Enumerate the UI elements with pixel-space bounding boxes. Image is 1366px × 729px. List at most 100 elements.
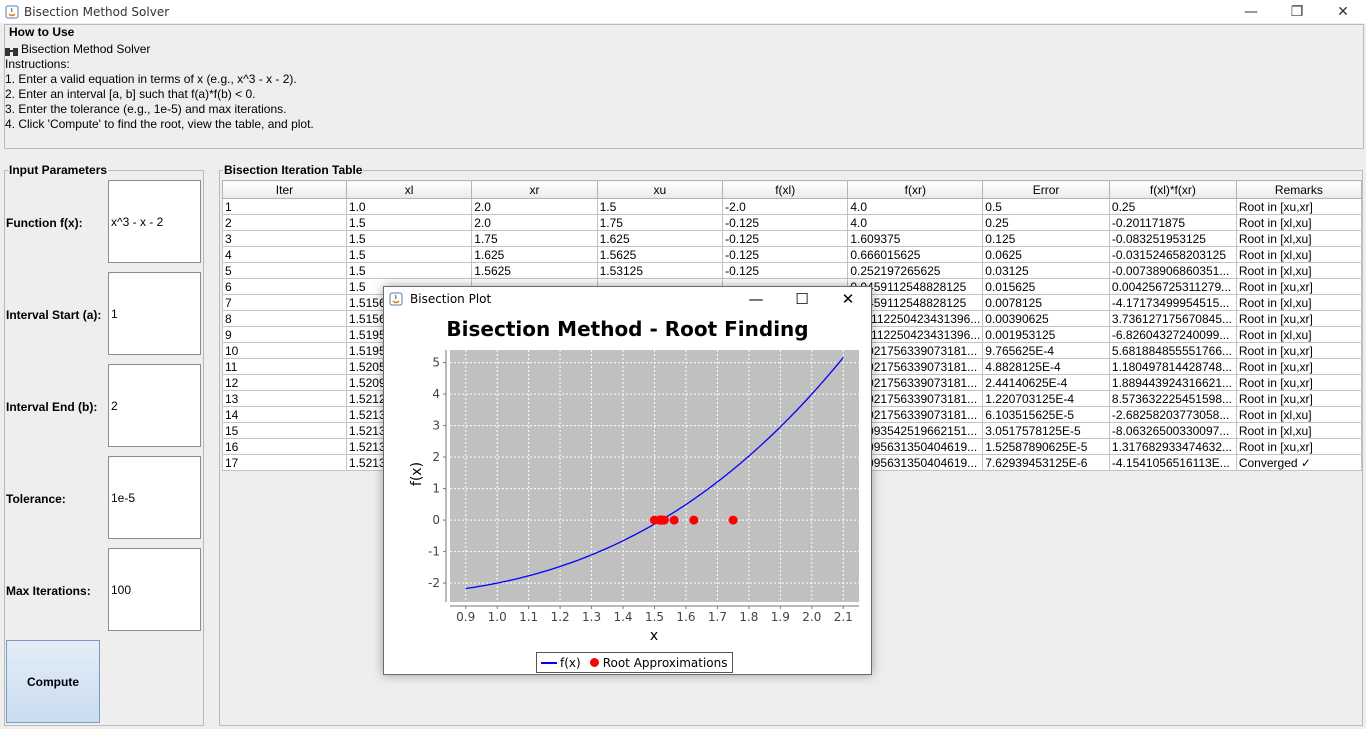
table-cell[interactable]: 7.62939453125E-6: [982, 454, 1110, 471]
table-cell[interactable]: 3.0517578125E-5: [982, 422, 1110, 439]
table-cell[interactable]: Root in [xu,xr]: [1235, 198, 1363, 215]
table-cell[interactable]: 2.44140625E-4: [982, 374, 1110, 391]
table-cell[interactable]: 1.625: [596, 230, 724, 247]
compute-button[interactable]: Compute: [6, 640, 100, 723]
table-cell[interactable]: Root in [xl,xu]: [1235, 326, 1363, 343]
table-cell[interactable]: Root in [xl,xu]: [1235, 294, 1363, 311]
table-cell[interactable]: 1.5: [596, 198, 724, 215]
table-cell[interactable]: 9: [222, 326, 347, 343]
table-cell[interactable]: -4.1541056516113E...: [1108, 454, 1237, 471]
table-cell[interactable]: 1.0: [345, 198, 473, 215]
plot-maximize-button[interactable]: ☐: [779, 287, 825, 311]
table-cell[interactable]: 0.125: [982, 230, 1110, 247]
table-cell[interactable]: 14: [222, 406, 347, 423]
table-cell[interactable]: 2: [222, 214, 347, 231]
column-header[interactable]: xr: [471, 180, 598, 199]
table-cell[interactable]: Root in [xu,xr]: [1235, 358, 1363, 375]
table-cell[interactable]: 4.0: [847, 214, 984, 231]
table-cell[interactable]: -4.17173499954515...: [1108, 294, 1237, 311]
table-cell[interactable]: Root in [xl,xu]: [1235, 262, 1363, 279]
table-cell[interactable]: 1.5: [345, 246, 473, 263]
table-cell[interactable]: -0.201171875: [1108, 214, 1237, 231]
table-cell[interactable]: 8.573632225451598...: [1108, 390, 1237, 407]
table-cell[interactable]: 0.0078125: [982, 294, 1110, 311]
function-input[interactable]: x^3 - x - 2: [108, 180, 201, 263]
column-header[interactable]: xl: [345, 180, 473, 199]
table-cell[interactable]: 1.889443924316621...: [1108, 374, 1237, 391]
table-cell[interactable]: 3.736127175670845...: [1108, 310, 1237, 327]
table-cell[interactable]: 1.609375: [847, 230, 984, 247]
table-cell[interactable]: 1.317682933474632...: [1108, 438, 1237, 455]
table-row[interactable]: 4 1.5 1.625 1.5625 -0.125 0.666015625 0.0625 -0…: [222, 246, 1363, 263]
table-cell[interactable]: 1.220703125E-4: [982, 390, 1110, 407]
table-cell[interactable]: 0.00390625: [982, 310, 1110, 327]
table-cell[interactable]: 1.5: [345, 214, 473, 231]
table-cell[interactable]: Root in [xl,xu]: [1235, 406, 1363, 423]
table-cell[interactable]: 10: [222, 342, 347, 359]
table-cell[interactable]: Root in [xl,xu]: [1235, 422, 1363, 439]
table-cell[interactable]: 4.0: [847, 198, 984, 215]
table-cell[interactable]: Root in [xu,xr]: [1235, 310, 1363, 327]
table-cell[interactable]: 0.25: [1108, 198, 1237, 215]
table-cell[interactable]: 1.52587890625E-5: [982, 438, 1110, 455]
table-cell[interactable]: Root in [xu,xr]: [1235, 374, 1363, 391]
table-cell[interactable]: 1.53125: [596, 262, 724, 279]
close-button[interactable]: ✕: [1320, 0, 1366, 23]
table-cell[interactable]: -0.083251953125: [1108, 230, 1237, 247]
table-cell[interactable]: 1.5625: [471, 262, 598, 279]
table-cell[interactable]: 9.765625E-4: [982, 342, 1110, 359]
table-cell[interactable]: -8.06326500330097...: [1108, 422, 1237, 439]
table-cell[interactable]: 3: [222, 230, 347, 247]
table-cell[interactable]: 8: [222, 310, 347, 327]
column-header[interactable]: f(xr): [847, 180, 984, 199]
table-cell[interactable]: -0.00738906860351...: [1108, 262, 1237, 279]
table-cell[interactable]: 0.666015625: [847, 246, 984, 263]
column-header[interactable]: xu: [596, 180, 724, 199]
column-header[interactable]: Remarks: [1235, 180, 1363, 199]
table-cell[interactable]: 2.0: [471, 198, 598, 215]
table-cell[interactable]: Root in [xl,xu]: [1235, 230, 1363, 247]
table-cell[interactable]: Root in [xu,xr]: [1235, 390, 1363, 407]
table-row[interactable]: 3 1.5 1.75 1.625 -0.125 1.609375 0.125 -0.08325…: [222, 230, 1363, 247]
interval-start-input[interactable]: 1: [108, 272, 201, 355]
table-cell[interactable]: 12: [222, 374, 347, 391]
table-cell[interactable]: Converged ✓: [1235, 454, 1363, 471]
interval-end-input[interactable]: 2: [108, 364, 201, 447]
table-cell[interactable]: -6.82604327240099...: [1108, 326, 1237, 343]
table-cell[interactable]: 7: [222, 294, 347, 311]
table-cell[interactable]: 6: [222, 278, 347, 295]
plot-close-button[interactable]: ✕: [825, 287, 871, 311]
table-cell[interactable]: 0.25: [982, 214, 1110, 231]
table-cell[interactable]: -0.125: [722, 214, 849, 231]
table-cell[interactable]: 1.625: [471, 246, 598, 263]
table-cell[interactable]: 0.0625: [982, 246, 1110, 263]
table-cell[interactable]: -0.125: [722, 246, 849, 263]
table-cell[interactable]: 0.015625: [982, 278, 1110, 295]
table-cell[interactable]: 6.103515625E-5: [982, 406, 1110, 423]
bisection-plot-window[interactable]: 0.9 1.0 1.1 1.2 1.3 1.4 1.5 1.6 1.7 1.8 1.9 2.0 2.1 5…: [383, 286, 872, 675]
table-cell[interactable]: 1.75: [471, 230, 598, 247]
table-cell[interactable]: 4: [222, 246, 347, 263]
table-cell[interactable]: -0.031524658203125: [1108, 246, 1237, 263]
table-cell[interactable]: 11: [222, 358, 347, 375]
table-cell[interactable]: 0.5: [982, 198, 1110, 215]
table-cell[interactable]: Root in [xu,xr]: [1235, 342, 1363, 359]
table-cell[interactable]: 0.252197265625: [847, 262, 984, 279]
restore-button[interactable]: ❐: [1274, 0, 1320, 23]
table-cell[interactable]: 1.5: [345, 230, 473, 247]
table-cell[interactable]: 5.681884855551766...: [1108, 342, 1237, 359]
table-cell[interactable]: -0.125: [722, 262, 849, 279]
minimize-button[interactable]: —: [1228, 0, 1274, 23]
table-row[interactable]: 5 1.5 1.5625 1.53125 -0.125 0.252197265625 0.0…: [222, 262, 1363, 279]
table-cell[interactable]: 4.8828125E-4: [982, 358, 1110, 375]
table-cell[interactable]: 1.180497814428748...: [1108, 358, 1237, 375]
table-cell[interactable]: 1.75: [596, 214, 724, 231]
column-header[interactable]: Error: [982, 180, 1110, 199]
max-iterations-input[interactable]: 100: [108, 548, 201, 631]
table-row[interactable]: 2 1.5 2.0 1.75 -0.125 4.0 0.25 -0.201171875 Root…: [222, 214, 1363, 231]
table-cell[interactable]: 13: [222, 390, 347, 407]
table-cell[interactable]: 0.03125: [982, 262, 1110, 279]
table-cell[interactable]: 5: [222, 262, 347, 279]
table-cell[interactable]: -0.125: [722, 230, 849, 247]
tolerance-input[interactable]: 1e-5: [108, 456, 201, 539]
